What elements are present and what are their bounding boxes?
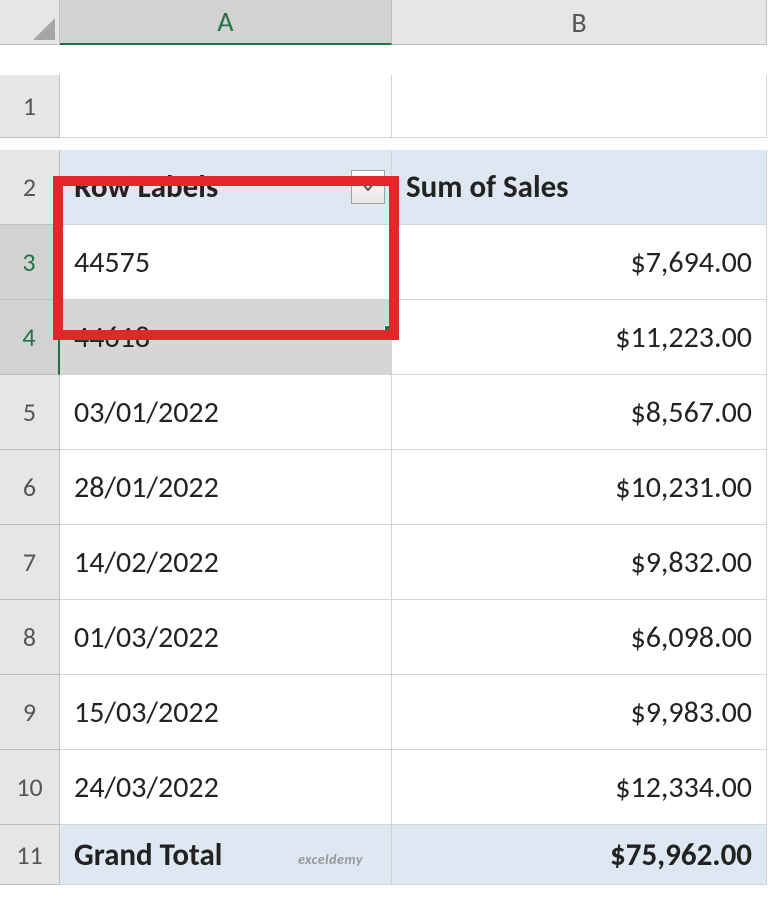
row-header-10[interactable]: 10 (0, 750, 60, 825)
select-all-corner[interactable] (0, 0, 60, 45)
column-header-A[interactable]: A (60, 0, 392, 45)
grand-total-value: $75,962.00 (610, 836, 752, 874)
row-header-7[interactable]: 7 (0, 525, 60, 600)
cell-B6[interactable]: $10,231.00 (392, 450, 767, 525)
cell-A3[interactable]: 44575 (60, 225, 392, 300)
grand-total-label: Grand Total (74, 836, 222, 874)
cell-value: $9,983.00 (631, 694, 753, 731)
cell-B4[interactable]: $11,223.00 (392, 300, 767, 375)
cell-B7[interactable]: $9,832.00 (392, 525, 767, 600)
row-header-4[interactable]: 4 (0, 300, 60, 375)
cell-value: $10,231.00 (615, 469, 752, 506)
cell-B11-grand-total-value[interactable]: $75,962.00 (392, 825, 767, 885)
cell-B3[interactable]: $7,694.00 (392, 225, 767, 300)
cell-B9[interactable]: $9,983.00 (392, 675, 767, 750)
cell-value: $11,223.00 (615, 319, 752, 356)
cell-value: 44618 (74, 319, 150, 356)
cell-A11-grand-total[interactable]: Grand Total exceldemy (60, 825, 392, 885)
cell-value: 15/03/2022 (74, 694, 219, 731)
cell-value: $8,567.00 (631, 394, 753, 431)
row-header-1[interactable]: 1 (0, 75, 60, 138)
cell-A9[interactable]: 15/03/2022 (60, 675, 392, 750)
cell-A7[interactable]: 14/02/2022 (60, 525, 392, 600)
filter-dropdown-button[interactable] (351, 170, 385, 204)
cell-A10[interactable]: 24/03/2022 (60, 750, 392, 825)
row-header-11[interactable]: 11 (0, 825, 60, 885)
row-header-8[interactable]: 8 (0, 600, 60, 675)
sum-of-sales-text: Sum of Sales (406, 168, 569, 206)
row-header-9[interactable]: 9 (0, 675, 60, 750)
cell-value: 01/03/2022 (74, 619, 219, 656)
row-header-6[interactable]: 6 (0, 450, 60, 525)
cell-B8[interactable]: $6,098.00 (392, 600, 767, 675)
cell-B5[interactable]: $8,567.00 (392, 375, 767, 450)
cell-A4[interactable]: 44618 (60, 300, 392, 375)
cell-A5[interactable]: 03/01/2022 (60, 375, 392, 450)
cell-B2-sum-header[interactable]: Sum of Sales (392, 150, 767, 225)
cell-value: $6,098.00 (631, 619, 753, 656)
row-header-5[interactable]: 5 (0, 375, 60, 450)
cell-B10[interactable]: $12,334.00 (392, 750, 767, 825)
cell-B1[interactable] (392, 75, 767, 138)
cell-value: 14/02/2022 (74, 544, 219, 581)
cell-value: $12,334.00 (615, 769, 752, 806)
cell-value: $9,832.00 (631, 544, 753, 581)
cell-value: 24/03/2022 (74, 769, 219, 806)
column-header-B[interactable]: B (392, 0, 767, 45)
chevron-down-icon (361, 182, 375, 192)
cell-A6[interactable]: 28/01/2022 (60, 450, 392, 525)
row-header-2[interactable]: 2 (0, 150, 60, 225)
cell-A1[interactable] (60, 75, 392, 138)
cell-A8[interactable]: 01/03/2022 (60, 600, 392, 675)
row-header-3[interactable]: 3 (0, 225, 60, 300)
cell-value: 44575 (74, 244, 150, 281)
cell-value: 03/01/2022 (74, 394, 219, 431)
row-labels-text: Row Labels (74, 168, 218, 206)
cell-value: $7,694.00 (631, 244, 753, 281)
spreadsheet-grid[interactable]: A B 1 2 Row Labels Sum of Sales 3 44575 … (0, 0, 768, 900)
cell-value: 28/01/2022 (74, 469, 219, 506)
cell-A2-row-labels-header[interactable]: Row Labels (60, 150, 392, 225)
